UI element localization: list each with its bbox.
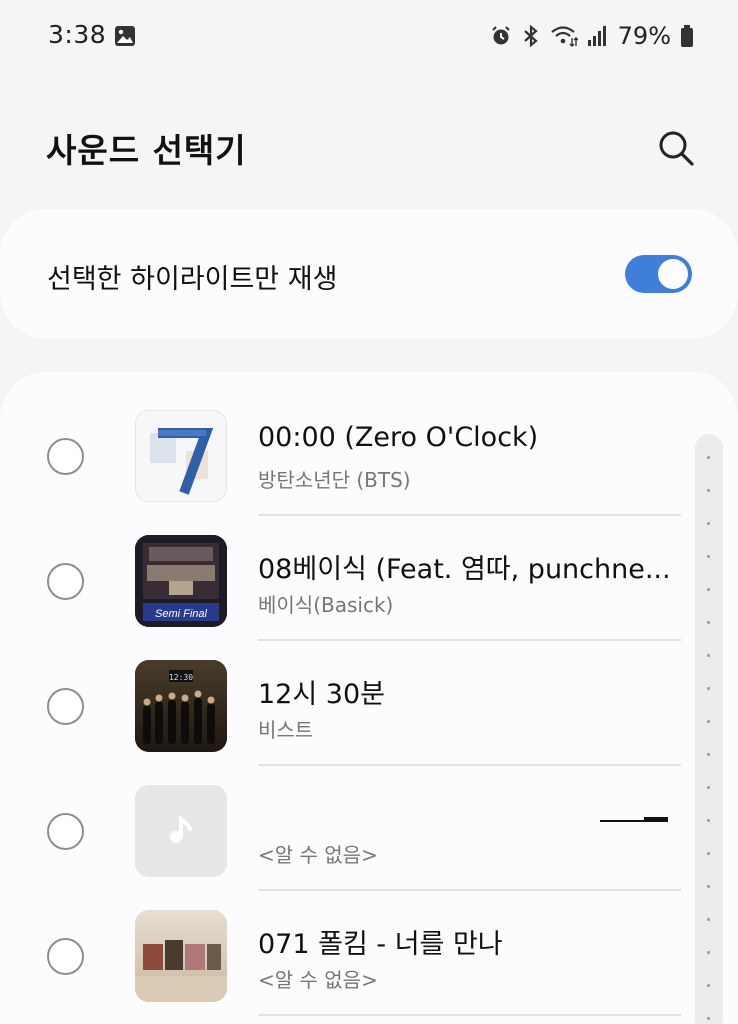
highlight-card[interactable]: 선택한 하이라이트만 재생 <box>0 209 738 339</box>
music-note-icon <box>135 785 227 877</box>
scroll-dot <box>707 720 710 723</box>
song-radio[interactable] <box>47 438 84 475</box>
song-radio[interactable] <box>47 938 84 975</box>
divider <box>258 639 681 641</box>
battery-icon <box>680 24 694 48</box>
scroll-dot <box>707 489 710 492</box>
page-title: 사운드 선택기 <box>46 131 247 170</box>
song-title: 00:00 (Zero O'Clock) <box>258 422 539 453</box>
song-artist: 베이식(Basick) <box>258 593 394 617</box>
search-icon[interactable] <box>656 128 696 168</box>
beast-album-art: 12:30 <box>135 660 227 752</box>
list-item[interactable]: 12:30 12시 30분 비스트 <box>0 642 738 767</box>
album-art-text: Semi Final <box>155 608 208 620</box>
list-item[interactable]: <알 수 없음> <box>0 767 738 892</box>
song-title: 071 폴킴 - 너를 만나 <box>258 929 503 960</box>
gallery-icon <box>114 25 136 47</box>
status-bar: 3:38 79% <box>0 0 738 72</box>
scroll-dot <box>707 852 710 855</box>
song-title: 12시 30분 <box>258 679 385 710</box>
song-artist: 방탄소년단 (BTS) <box>258 468 411 492</box>
scroll-dot <box>707 753 710 756</box>
scroll-dot <box>707 819 710 822</box>
bluetooth-icon <box>521 24 541 48</box>
smtm-album-art: Semi Final <box>135 535 227 627</box>
scroll-dot <box>707 951 710 954</box>
song-radio[interactable] <box>47 688 84 725</box>
song-radio[interactable] <box>47 813 84 850</box>
bts-album-art <box>135 410 227 502</box>
scrollbar[interactable] <box>695 434 723 1024</box>
status-time: 3:38 <box>48 20 107 49</box>
divider <box>258 514 681 516</box>
paulkim-album-art <box>135 910 227 1002</box>
scroll-dot <box>707 984 710 987</box>
song-list: 00:00 (Zero O'Clock) 방탄소년단 (BTS) Semi Fi… <box>0 372 738 1024</box>
scroll-dot <box>707 588 710 591</box>
scroll-dot <box>707 786 710 789</box>
scroll-dot <box>707 555 710 558</box>
scroll-dot <box>707 1017 710 1020</box>
scroll-dot <box>707 456 710 459</box>
scroll-dot <box>707 687 710 690</box>
battery-percent: 79% <box>617 22 671 50</box>
divider <box>258 764 681 766</box>
scroll-dot <box>707 654 710 657</box>
divider <box>258 889 681 891</box>
wifi-icon <box>550 24 578 48</box>
list-item[interactable]: 00:00 (Zero O'Clock) 방탄소년단 (BTS) <box>0 392 738 517</box>
album-art-text: 12:30 <box>169 673 193 682</box>
list-item[interactable]: Semi Final 08베이식 (Feat. 염따, punchne... 베… <box>0 517 738 642</box>
highlight-label: 선택한 하이라이트만 재생 <box>47 264 338 295</box>
scroll-dot <box>707 918 710 921</box>
highlight-toggle[interactable] <box>625 255 692 293</box>
song-title: 08베이식 (Feat. 염따, punchne... <box>258 554 671 585</box>
divider <box>258 1014 681 1016</box>
alarm-icon <box>490 25 512 47</box>
song-radio[interactable] <box>47 563 84 600</box>
scroll-dot <box>707 885 710 888</box>
song-artist: <알 수 없음> <box>258 843 378 867</box>
scroll-dot <box>707 621 710 624</box>
toggle-knob <box>658 259 688 289</box>
scroll-dot <box>707 522 710 525</box>
status-icons: 79% <box>490 20 694 52</box>
title-artifact <box>600 817 668 822</box>
song-artist: 비스트 <box>258 718 314 742</box>
signal-icon <box>587 25 607 47</box>
list-item[interactable]: 071 폴킴 - 너를 만나 <알 수 없음> <box>0 892 738 1017</box>
song-artist: <알 수 없음> <box>258 968 378 992</box>
